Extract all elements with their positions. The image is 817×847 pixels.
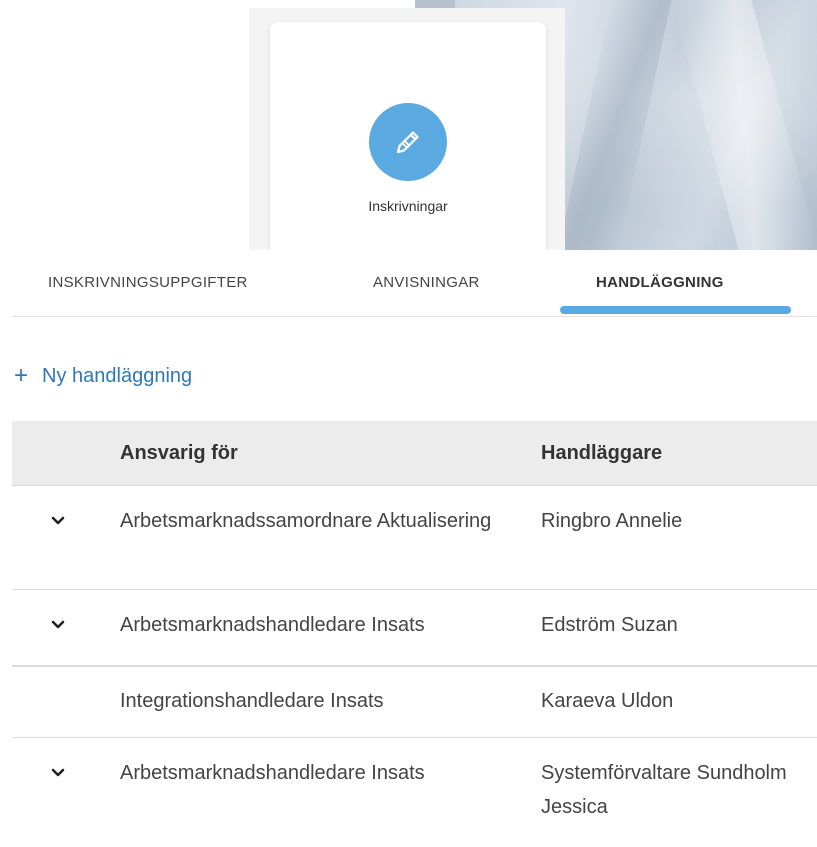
row-handler: Edström Suzan: [541, 614, 678, 636]
hero-banner: Inskrivningar: [0, 0, 817, 250]
table-row[interactable]: Arbetsmarknadssamordnare Aktualisering R…: [12, 486, 817, 590]
chevron-down-icon[interactable]: [50, 513, 66, 529]
handlaggning-table: Ansvarig för Handläggare Arbetsmarknadss…: [12, 421, 817, 838]
tab-anvisningar[interactable]: ANVISNINGAR: [373, 274, 480, 291]
row-responsible: Arbetsmarknadshandledare Insats: [120, 614, 425, 636]
row-handler: Karaeva Uldon: [541, 690, 674, 712]
plus-icon: +: [14, 362, 29, 389]
tab-handlaggning[interactable]: HANDLÄGGNING: [596, 274, 724, 291]
tab-inskrivningsuppgifter[interactable]: INSKRIVNINGSUPPGIFTER: [48, 274, 248, 291]
row-handler: Ringbro Annelie: [541, 510, 683, 532]
row-responsible: Arbetsmarknadshandledare Insats: [120, 762, 425, 784]
column-header-ansvarig[interactable]: Ansvarig för: [120, 442, 238, 465]
row-handler: Systemförvaltare Sundholm Jessica: [541, 762, 787, 818]
chevron-down-icon[interactable]: [50, 765, 66, 781]
table-row[interactable]: Arbetsmarknadshandledare Insats Systemfö…: [12, 738, 817, 838]
row-responsible: Arbetsmarknadssamordnare Aktualisering: [120, 510, 492, 532]
tab-bar: INSKRIVNINGSUPPGIFTER ANVISNINGAR HANDLÄ…: [12, 250, 817, 317]
chevron-down-icon[interactable]: [50, 617, 66, 633]
new-handlaggning-button[interactable]: + Ny handläggning: [14, 364, 192, 388]
card-label: Inskrivningar: [368, 198, 448, 214]
table-row[interactable]: Integrationshandledare Insats Karaeva Ul…: [12, 667, 817, 738]
table-header: Ansvarig för Handläggare: [12, 421, 817, 486]
row-responsible: Integrationshandledare Insats: [120, 690, 384, 712]
new-handlaggning-label: Ny handläggning: [42, 364, 193, 387]
pencil-icon: [369, 103, 447, 181]
column-header-handlaggare[interactable]: Handläggare: [541, 442, 662, 465]
table-row[interactable]: Arbetsmarknadshandledare Insats Edström …: [12, 590, 817, 667]
inskrivningar-card[interactable]: Inskrivningar: [270, 22, 546, 250]
active-tab-indicator: [560, 306, 791, 314]
